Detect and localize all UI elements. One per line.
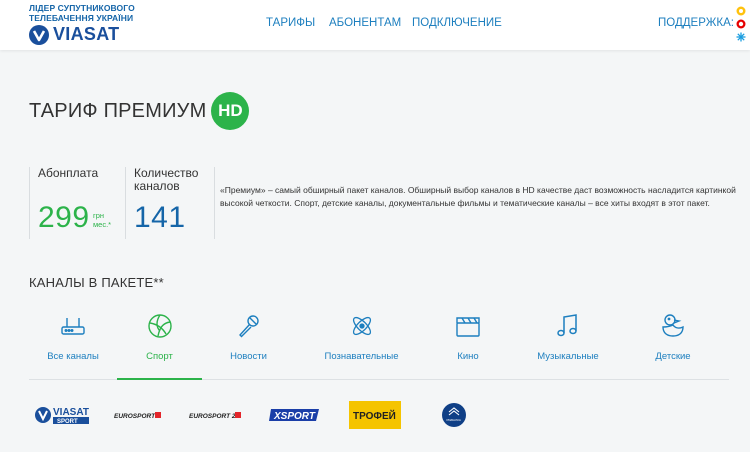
tab-all-channels[interactable]: Все каналы — [29, 308, 117, 380]
nav-connection[interactable]: ПОДКЛЮЧЕНИЕ — [412, 17, 502, 29]
channel-logo-eurosport-2[interactable]: EUROSPORT 2 — [189, 396, 244, 434]
channel-logo-eurosport-1[interactable]: EUROSPORT 1 — [114, 396, 164, 434]
viasat-v-icon — [29, 24, 49, 45]
logo-brand: VIASAT — [53, 24, 120, 44]
viasat-sport-text-1: VIASAT — [53, 407, 89, 418]
rybalka-text: РЫБАЛКА — [447, 418, 461, 422]
channel-logos: VIASAT SPORT EUROSPORT 1 EUROSPORT 2 XSP… — [29, 396, 729, 436]
tab-kids-label: Детские — [655, 351, 691, 362]
clapperboard-icon — [456, 317, 480, 337]
logo-tagline-1: ЛІДЕР СУПУТНИКОВОГО — [29, 3, 135, 13]
nav-tariffs[interactable]: ТАРИФЫ — [266, 17, 315, 29]
channel-logo-xsport[interactable]: XSPORT — [269, 396, 324, 434]
channel-logo-trofey[interactable]: ТРОФЕЙ — [349, 396, 401, 434]
lifecell-icon[interactable] — [735, 6, 747, 19]
tab-movies-label: Кино — [457, 351, 479, 362]
operator-icons — [735, 6, 747, 45]
tab-movies[interactable]: Кино — [428, 308, 508, 380]
tab-news[interactable]: Новости — [202, 308, 295, 380]
channel-count-value: 141 — [134, 201, 186, 234]
tab-sport[interactable]: Спорт — [117, 308, 202, 380]
eurosport-2-text: EUROSPORT 2 — [189, 413, 236, 420]
tab-news-label: Новости — [230, 351, 267, 362]
fee-value: 299 — [38, 201, 90, 234]
nav-subscribers[interactable]: АБОНЕНТАМ — [329, 17, 401, 29]
channel-category-tabs: Все каналы Спорт Новости Познавательные … — [29, 308, 729, 380]
kyivstar-icon[interactable] — [735, 32, 747, 45]
tab-educational[interactable]: Познавательные — [295, 308, 428, 380]
fee-label: Абонплата — [38, 166, 99, 180]
support-label[interactable]: ПОДДЕРЖКА: — [658, 17, 734, 29]
rubber-duck-icon — [662, 314, 684, 337]
eurosport-1-text: EUROSPORT 1 — [114, 413, 161, 420]
atom-icon — [352, 316, 371, 336]
viasat-logo[interactable]: ЛІДЕР СУПУТНИКОВОГО ТЕЛЕБАЧЕННЯ УКРАЇНИ … — [29, 3, 139, 47]
fee-unit-currency: грн — [93, 211, 105, 220]
channel-count-block: Количество каналов 141 — [125, 167, 215, 239]
viasat-sport-text-2: SPORT — [57, 419, 78, 425]
xsport-text: XSPORT — [273, 411, 316, 422]
hd-badge: HD — [211, 92, 250, 130]
fee-block: Абонплата 299 грн мес.* — [29, 167, 125, 239]
channels-section-title: КАНАЛЫ В ПАКЕТЕ** — [29, 275, 164, 290]
page-title: ТАРИФ ПРЕМИУМ — [29, 99, 207, 122]
trofey-text: ТРОФЕЙ — [353, 409, 396, 422]
tab-music-label: Музыкальные — [537, 351, 599, 362]
site-header: ЛІДЕР СУПУТНИКОВОГО ТЕЛЕБАЧЕННЯ УКРАЇНИ … — [0, 0, 750, 50]
fee-unit-period: мес.* — [93, 220, 112, 229]
channel-logo-rybalka[interactable]: РЫБАЛКА — [439, 396, 469, 434]
fee-unit: грн мес.* — [93, 211, 111, 229]
tariff-info: Абонплата 299 грн мес.* Количество канал… — [29, 167, 215, 239]
channel-logo-viasat-sport[interactable]: VIASAT SPORT — [34, 396, 92, 434]
volleyball-icon — [147, 314, 172, 338]
tariff-description: «Премиум» – самый обширный пакет каналов… — [220, 185, 736, 208]
router-icon — [61, 318, 85, 335]
microphone-icon — [238, 315, 259, 338]
music-note-icon — [557, 314, 577, 337]
count-label-line-2: каналов — [134, 179, 180, 193]
tab-sport-label: Спорт — [146, 351, 173, 362]
tab-all-channels-label: Все каналы — [47, 351, 99, 362]
tab-music[interactable]: Музыкальные — [508, 308, 628, 380]
vodafone-icon[interactable] — [735, 19, 747, 32]
tariff-title-row: ТАРИФ ПРЕМИУМ HD — [29, 92, 250, 130]
tab-educational-label: Познавательные — [324, 351, 399, 362]
tab-kids[interactable]: Детские — [628, 308, 718, 380]
logo-tagline-2: ТЕЛЕБАЧЕННЯ УКРАЇНИ — [29, 13, 134, 23]
